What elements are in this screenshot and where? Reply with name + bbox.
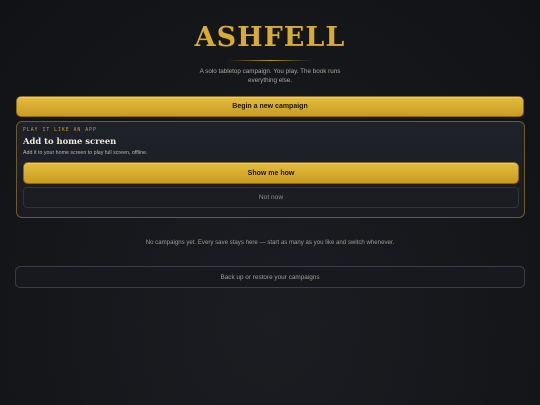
install-card-eyebrow: PLAY IT LIKE AN APP [23,128,97,133]
not-now-button[interactable]: Not now [23,187,519,208]
install-card-title: Add to home screen [23,136,117,146]
title-divider [228,60,312,61]
empty-state-message: No campaigns yet. Every save stays here … [145,239,395,246]
begin-campaign-button[interactable]: Begin a new campaign [16,96,524,117]
install-card-description: Add it to your home screen to play full … [23,150,148,156]
show-me-how-button[interactable]: Show me how [23,162,519,184]
app-tagline: A solo tabletop campaign. You play. The … [199,68,341,84]
app-root: ASHFELL A solo tabletop campaign. You pl… [0,0,540,405]
install-card: PLAY IT LIKE AN APP Add to home screen A… [16,121,525,218]
app-title: ASHFELL [194,22,346,53]
backup-restore-button[interactable]: Back up or restore your campaigns [15,266,525,288]
